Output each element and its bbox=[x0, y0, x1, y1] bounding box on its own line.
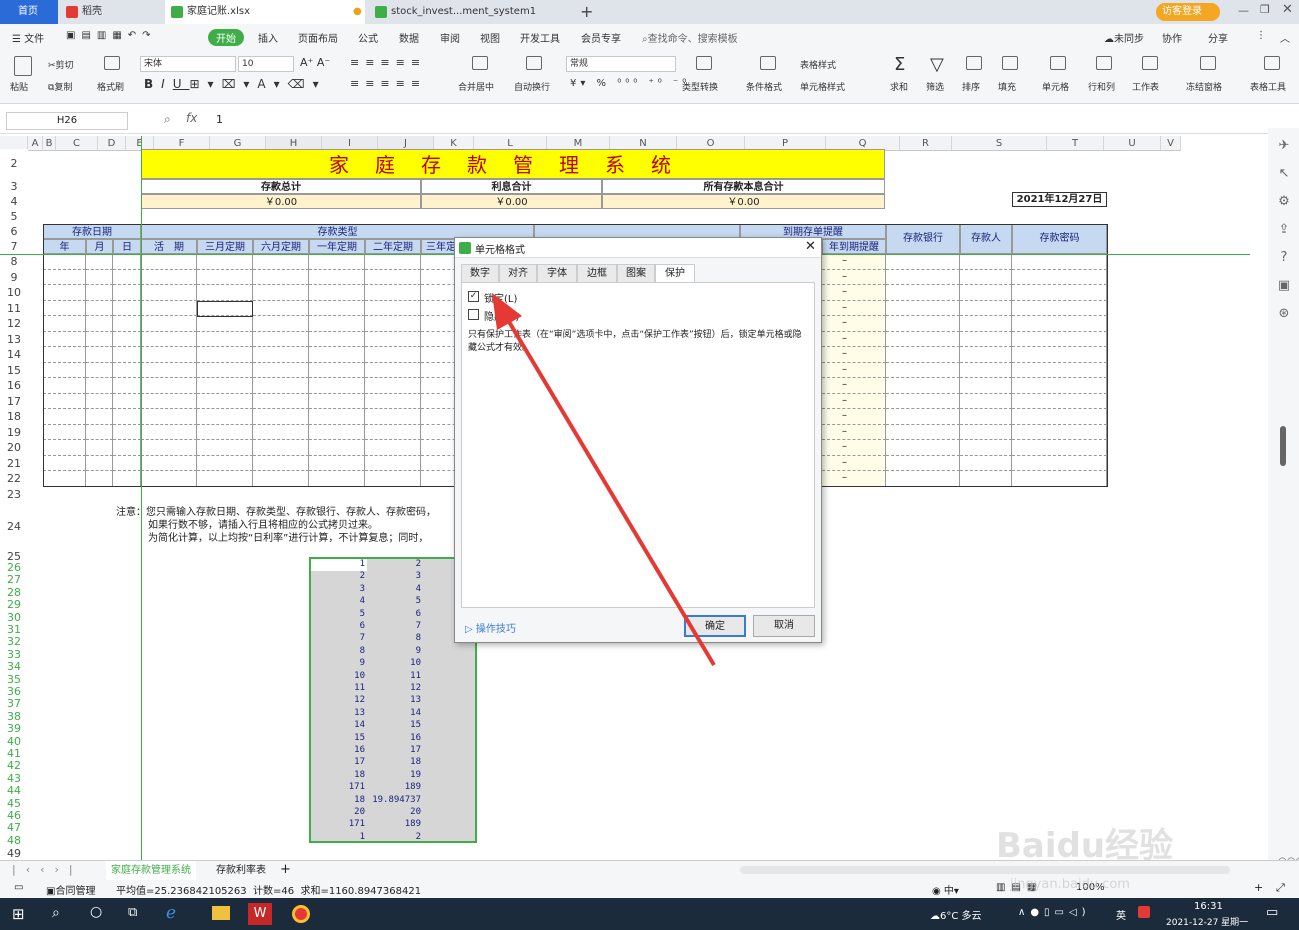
arrow-head bbox=[492, 293, 522, 330]
arrow-shaft bbox=[500, 308, 716, 667]
watermark-url: jingyan.baidu.com bbox=[1010, 877, 1130, 892]
red-arrow-annotation bbox=[492, 293, 716, 667]
watermark: Baidu经验 bbox=[996, 826, 1174, 866]
